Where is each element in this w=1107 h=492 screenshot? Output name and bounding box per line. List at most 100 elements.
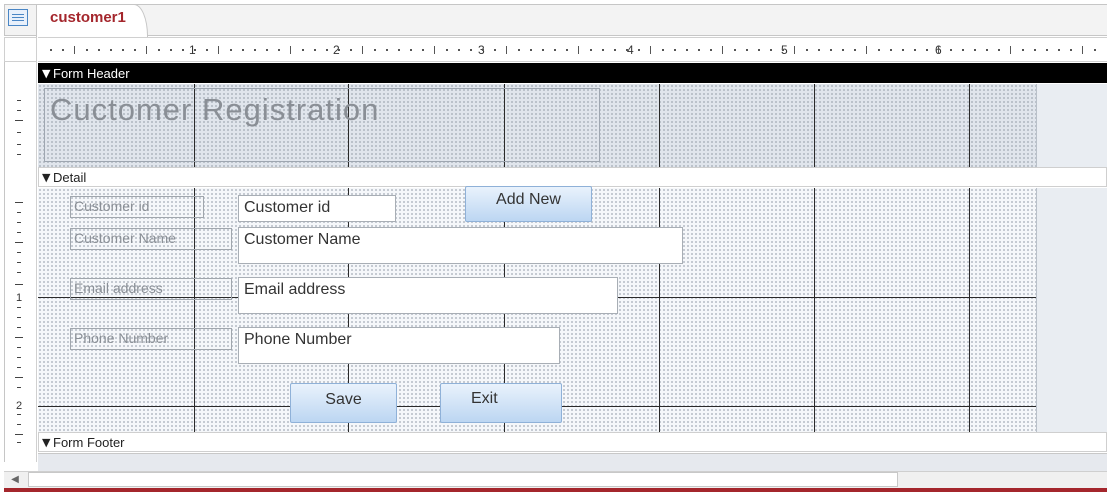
ruler-tick [734, 49, 736, 51]
ruler-tick [410, 49, 412, 51]
ruler-tick [17, 144, 21, 145]
detail-bar[interactable]: ▼ Detail [38, 167, 1107, 187]
ruler-tick [566, 49, 568, 51]
section-label: Detail [53, 170, 87, 185]
ruler-tick [962, 49, 964, 51]
ruler-tick [17, 307, 21, 308]
section-arrow-icon: ▼ [42, 67, 51, 80]
form-selector[interactable] [4, 37, 37, 62]
phone-number-field[interactable]: Phone Number [238, 327, 560, 364]
ruler-tick [17, 272, 21, 273]
form-footer-area[interactable] [38, 453, 1107, 471]
ruler-tick [698, 49, 700, 51]
form-header-bar[interactable]: ▼ Form Header [38, 63, 1107, 83]
ruler-tick [15, 242, 23, 243]
ruler-tick [1082, 46, 1083, 54]
ruler-tick [374, 49, 376, 51]
ruler-number: 4 [627, 43, 634, 57]
form-footer-bar[interactable]: ▼ Form Footer [38, 432, 1107, 452]
customer-name-label[interactable]: Customer Name [70, 228, 232, 250]
customer-id-label[interactable]: Customer id [70, 196, 204, 218]
ruler-tick [17, 367, 21, 368]
phone-number-label[interactable]: Phone Number [70, 328, 232, 350]
ruler-tick [710, 49, 712, 51]
save-button[interactable]: Save [290, 383, 397, 423]
ruler-tick [770, 49, 772, 51]
ruler-tick [914, 49, 916, 51]
ruler-tick [650, 46, 651, 54]
scrollbar-thumb[interactable] [28, 472, 898, 487]
ruler-tick [758, 49, 760, 51]
ruler-tick [830, 49, 832, 51]
detail-outside [1036, 188, 1107, 432]
ruler-tick [15, 337, 23, 338]
ruler-tick [350, 49, 352, 51]
ruler-tick [17, 327, 21, 328]
ruler-tick [878, 49, 880, 51]
ruler-tick [458, 49, 460, 51]
ruler-tick [446, 49, 448, 51]
ruler-tick [17, 232, 21, 233]
ruler-tick [17, 424, 21, 425]
ruler-tick [194, 49, 196, 51]
ruler-tick [950, 49, 952, 51]
ruler-tick [902, 49, 904, 51]
ruler-tick [17, 110, 21, 111]
vertical-ruler[interactable]: 1 2 [4, 62, 37, 462]
ruler-tick [782, 49, 784, 51]
ruler-tick [866, 46, 867, 54]
ruler-tick [158, 49, 160, 51]
ruler-tick [290, 46, 291, 54]
ruler-tick [122, 49, 124, 51]
ruler-tick [626, 49, 628, 51]
email-address-label[interactable]: Email address [70, 278, 232, 300]
customer-id-field[interactable]: Customer id [238, 195, 396, 222]
ruler-tick [86, 49, 88, 51]
ruler-tick [590, 49, 592, 51]
ruler-tick [146, 46, 147, 54]
ruler-tick [530, 49, 532, 51]
customer-name-field[interactable]: Customer Name [238, 227, 683, 264]
ruler-number: 2 [16, 400, 23, 412]
ruler-tick [338, 49, 340, 51]
ruler-tick [854, 49, 856, 51]
ruler-tick [134, 49, 136, 51]
ruler-tick [278, 49, 280, 51]
horizontal-ruler[interactable]: 1 2 3 4 5 6 [38, 37, 1107, 62]
ruler-tick [314, 49, 316, 51]
section-arrow-icon: ▼ [42, 436, 51, 449]
section-label: Form Footer [53, 435, 125, 450]
section-arrow-icon: ▼ [42, 171, 51, 184]
email-address-field[interactable]: Email address [238, 277, 618, 314]
ruler-tick [266, 49, 268, 51]
ruler-tick [806, 49, 808, 51]
ruler-tick [242, 49, 244, 51]
ruler-tick [722, 46, 723, 54]
ruler-tick [926, 49, 928, 51]
add-new-button[interactable]: Add New [465, 186, 592, 222]
ruler-tick [386, 49, 388, 51]
ruler-tick [17, 357, 21, 358]
ruler-tick [15, 202, 23, 203]
ruler-tick [1046, 49, 1048, 51]
ruler-tick [890, 49, 892, 51]
ruler-tick [422, 49, 424, 51]
ruler-tick [74, 46, 75, 54]
form-header-outside [1036, 84, 1107, 167]
ruler-tick [986, 49, 988, 51]
ruler-tick [17, 414, 21, 415]
ruler-tick [50, 49, 52, 51]
ruler-tick [1010, 46, 1011, 54]
form-title[interactable]: Cuctomer Registration [50, 92, 379, 128]
ruler-tick [794, 46, 795, 54]
ruler-tick [518, 49, 520, 51]
ruler-tick [1058, 49, 1060, 51]
ruler-tick [15, 434, 23, 435]
exit-button[interactable]: Exit [440, 383, 562, 423]
ruler-tick [638, 49, 640, 51]
ruler-tick [254, 49, 256, 51]
ruler-tick [17, 317, 21, 318]
ruler-tick [662, 49, 664, 51]
ruler-tick [302, 49, 304, 51]
scroll-left-icon[interactable]: ◀ [8, 474, 22, 486]
